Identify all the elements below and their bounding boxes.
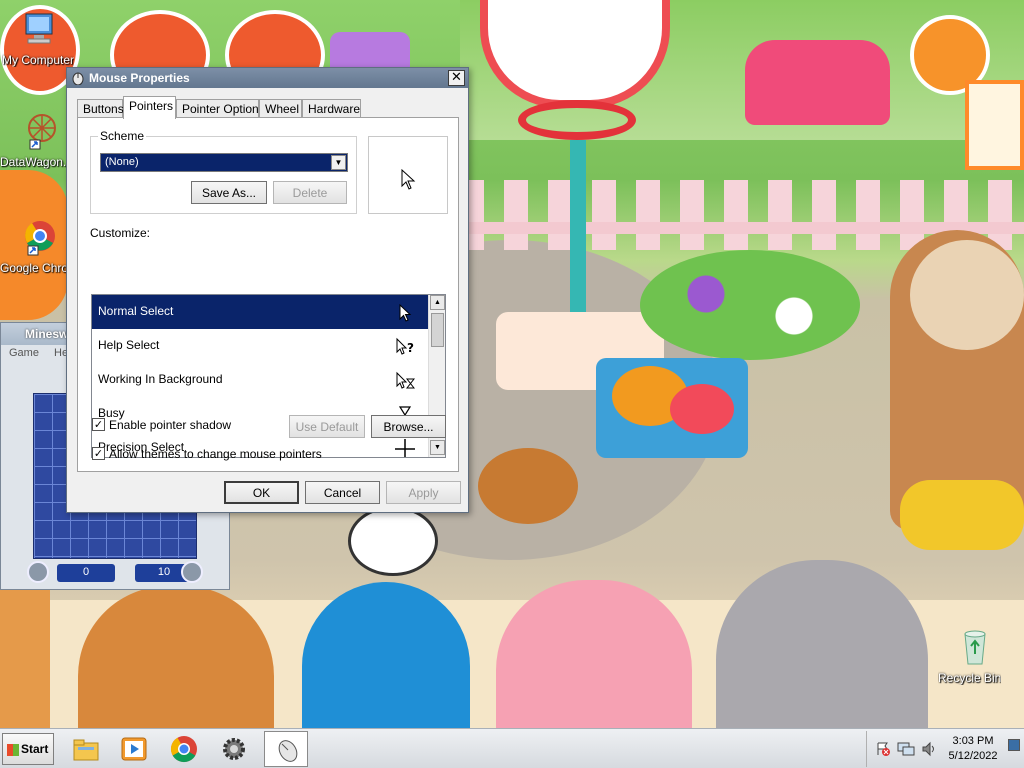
- recycle-bin-icon: [964, 630, 986, 665]
- browse-button[interactable]: Browse...: [371, 415, 446, 438]
- chrome-icon: [25, 221, 55, 256]
- scrollbar-thumb[interactable]: [431, 313, 444, 347]
- wallpaper-sign: [965, 80, 1024, 170]
- show-desktop-button[interactable]: [1008, 739, 1020, 751]
- tab-pointer-options[interactable]: Pointer Options: [176, 99, 265, 118]
- wallpaper-whistle: [900, 480, 1024, 550]
- menu-game[interactable]: Game: [9, 347, 39, 359]
- timer-icon: [27, 561, 49, 583]
- allow-themes-label[interactable]: Allow themes to change mouse pointers: [109, 447, 322, 461]
- pointer-preview: [368, 136, 448, 214]
- start-button[interactable]: Start: [2, 733, 54, 765]
- wallpaper-animal: [0, 590, 50, 728]
- desktop-icon-google-chrome[interactable]: Google Chrom: [0, 218, 78, 275]
- clock[interactable]: 3:03 PM 5/12/2022: [943, 734, 1003, 764]
- scheme-dropdown-value: (None): [105, 156, 139, 168]
- pointer-item-label: Working In Background: [98, 372, 223, 386]
- delete-button[interactable]: Delete: [273, 181, 347, 204]
- settings-gear-icon: [223, 738, 245, 760]
- mouse-icon: [72, 72, 84, 85]
- system-tray: 3:03 PM 5/12/2022: [866, 731, 1022, 767]
- mine-icon: [181, 561, 203, 583]
- clock-date: 5/12/2022: [948, 750, 998, 762]
- taskbar-file-explorer[interactable]: [64, 731, 108, 767]
- taskbar-settings[interactable]: [212, 731, 256, 767]
- wallpaper-hoop: [518, 100, 636, 140]
- file-explorer-icon: [73, 739, 99, 761]
- chevron-down-icon[interactable]: ▼: [331, 155, 346, 170]
- scroll-down-icon[interactable]: ▼: [430, 440, 445, 455]
- volume-icon[interactable]: [921, 741, 937, 757]
- clock-time: 3:03 PM: [952, 735, 994, 747]
- help-cursor-icon: ?: [396, 337, 414, 355]
- enable-shadow-checkbox[interactable]: ✓: [92, 418, 105, 431]
- desktop-icon-label: DataWagon.: [0, 155, 67, 169]
- datawagon-icon: [28, 114, 56, 150]
- list-item[interactable]: Working In Background: [92, 363, 429, 397]
- wallpaper-soccer-ball: [348, 506, 438, 576]
- scheme-group-label: Scheme: [98, 129, 147, 143]
- computer-icon: [25, 13, 53, 44]
- desktop-icon-recycle-bin[interactable]: Recycle Bin: [938, 628, 1012, 685]
- taskbar: Start 3:03 PM 5/12/2022: [0, 728, 1024, 768]
- mouse-icon: [278, 740, 298, 762]
- tab-pointers[interactable]: Pointers: [123, 96, 176, 119]
- wallpaper-bunny: [716, 560, 928, 728]
- tab-buttons[interactable]: Buttons: [77, 99, 124, 118]
- arrow-cursor-icon: [401, 169, 416, 190]
- scheme-dropdown[interactable]: (None) ▼: [100, 153, 348, 172]
- list-item[interactable]: Help Select ?: [92, 329, 429, 363]
- scroll-up-icon[interactable]: ▲: [430, 295, 445, 310]
- close-icon: ✕: [451, 70, 462, 85]
- chrome-icon: [170, 736, 197, 763]
- apply-button[interactable]: Apply: [386, 481, 461, 504]
- taskbar-chrome[interactable]: [162, 731, 206, 767]
- allow-themes-checkbox[interactable]: ✓: [92, 447, 105, 460]
- wallpaper-beach-ball: [670, 384, 734, 434]
- use-default-button[interactable]: Use Default: [289, 415, 365, 438]
- wallpaper-flowers: [640, 250, 860, 360]
- minesweeper-title: Minesw: [25, 327, 69, 341]
- wallpaper-pole: [570, 140, 586, 340]
- close-button[interactable]: ✕: [448, 70, 465, 86]
- windows-logo-icon: [7, 744, 19, 756]
- time-counter: 0: [57, 564, 115, 582]
- tab-wheel[interactable]: Wheel: [259, 99, 302, 118]
- pointer-item-label: Help Select: [98, 338, 160, 352]
- taskbar-mouse-properties[interactable]: [264, 731, 308, 767]
- desktop-icon-datawagon[interactable]: DataWagon.: [0, 112, 74, 169]
- list-item[interactable]: Normal Select: [92, 295, 429, 329]
- desktop-icon-label: My Computer: [2, 53, 75, 67]
- working-cursor-icon: [396, 371, 415, 389]
- network-icon[interactable]: [897, 741, 915, 757]
- media-player-icon: [121, 737, 147, 761]
- customize-label: Customize:: [90, 226, 151, 240]
- action-center-icon[interactable]: [875, 741, 891, 757]
- wallpaper-car: [745, 40, 890, 125]
- dialog-titlebar[interactable]: Mouse Properties ✕: [67, 68, 468, 88]
- cancel-button[interactable]: Cancel: [305, 481, 380, 504]
- crosshair-cursor-icon: [395, 439, 415, 457]
- start-label: Start: [21, 742, 49, 756]
- mouse-properties-dialog[interactable]: Mouse Properties ✕ Buttons Pointers Poin…: [66, 67, 469, 513]
- enable-shadow-label[interactable]: Enable pointer shadow: [109, 418, 231, 432]
- svg-text:?: ?: [407, 341, 414, 355]
- tab-hardware[interactable]: Hardware: [302, 99, 361, 118]
- taskbar-media-player[interactable]: [112, 731, 156, 767]
- dialog-title: Mouse Properties: [89, 71, 190, 85]
- wallpaper-owl-face: [910, 240, 1024, 350]
- desktop-icon-my-computer[interactable]: My Computer: [2, 10, 76, 67]
- ok-button[interactable]: OK: [224, 481, 299, 504]
- save-as-button[interactable]: Save As...: [191, 181, 267, 204]
- arrow-cursor-icon: [399, 303, 412, 322]
- desktop-icon-label: Recycle Bin: [938, 671, 1002, 685]
- pointer-item-label: Normal Select: [98, 304, 174, 318]
- wallpaper-snail: [478, 448, 578, 524]
